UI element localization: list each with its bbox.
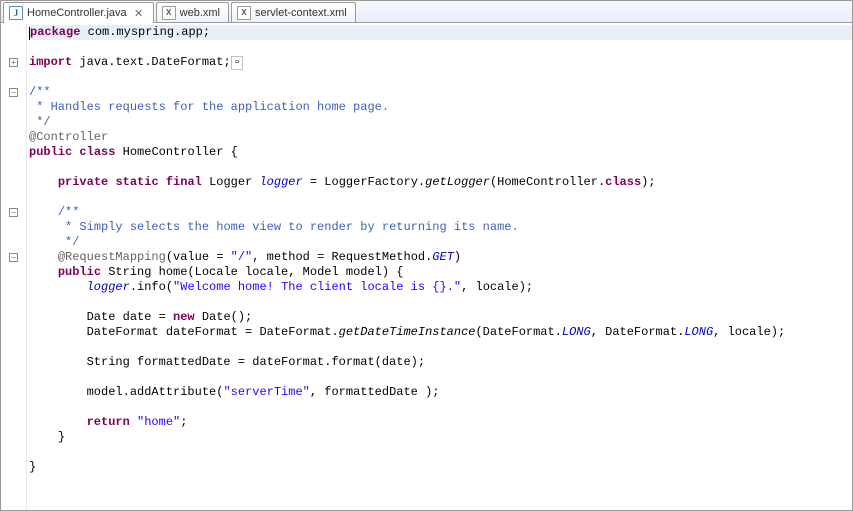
fold-collapse-icon[interactable]: − (9, 253, 18, 262)
java-file-icon: J (9, 6, 23, 20)
xml-file-icon: X (162, 6, 176, 20)
close-icon[interactable]: ✕ (133, 7, 145, 19)
tab-label: HomeController.java (27, 7, 127, 19)
tab-servlet-context-xml[interactable]: X servlet-context.xml (231, 2, 356, 22)
editor-area: + − − − package com.myspring.app; import… (1, 23, 852, 510)
editor-gutter: + − − − (1, 23, 27, 510)
tab-label: web.xml (180, 7, 220, 19)
fold-collapse-icon[interactable]: − (9, 88, 18, 97)
tab-home-controller[interactable]: J HomeController.java ✕ (3, 2, 154, 23)
fold-collapse-icon[interactable]: − (9, 208, 18, 217)
folded-imports-icon[interactable]: ▫ (231, 56, 244, 70)
xml-file-icon: X (237, 6, 251, 20)
tab-label: servlet-context.xml (255, 7, 347, 19)
editor-tab-bar: J HomeController.java ✕ X web.xml X serv… (1, 1, 852, 23)
tab-web-xml[interactable]: X web.xml (156, 2, 229, 22)
code-editor[interactable]: package com.myspring.app; import java.te… (27, 23, 852, 510)
text-cursor (29, 27, 30, 40)
fold-expand-icon[interactable]: + (9, 58, 18, 67)
